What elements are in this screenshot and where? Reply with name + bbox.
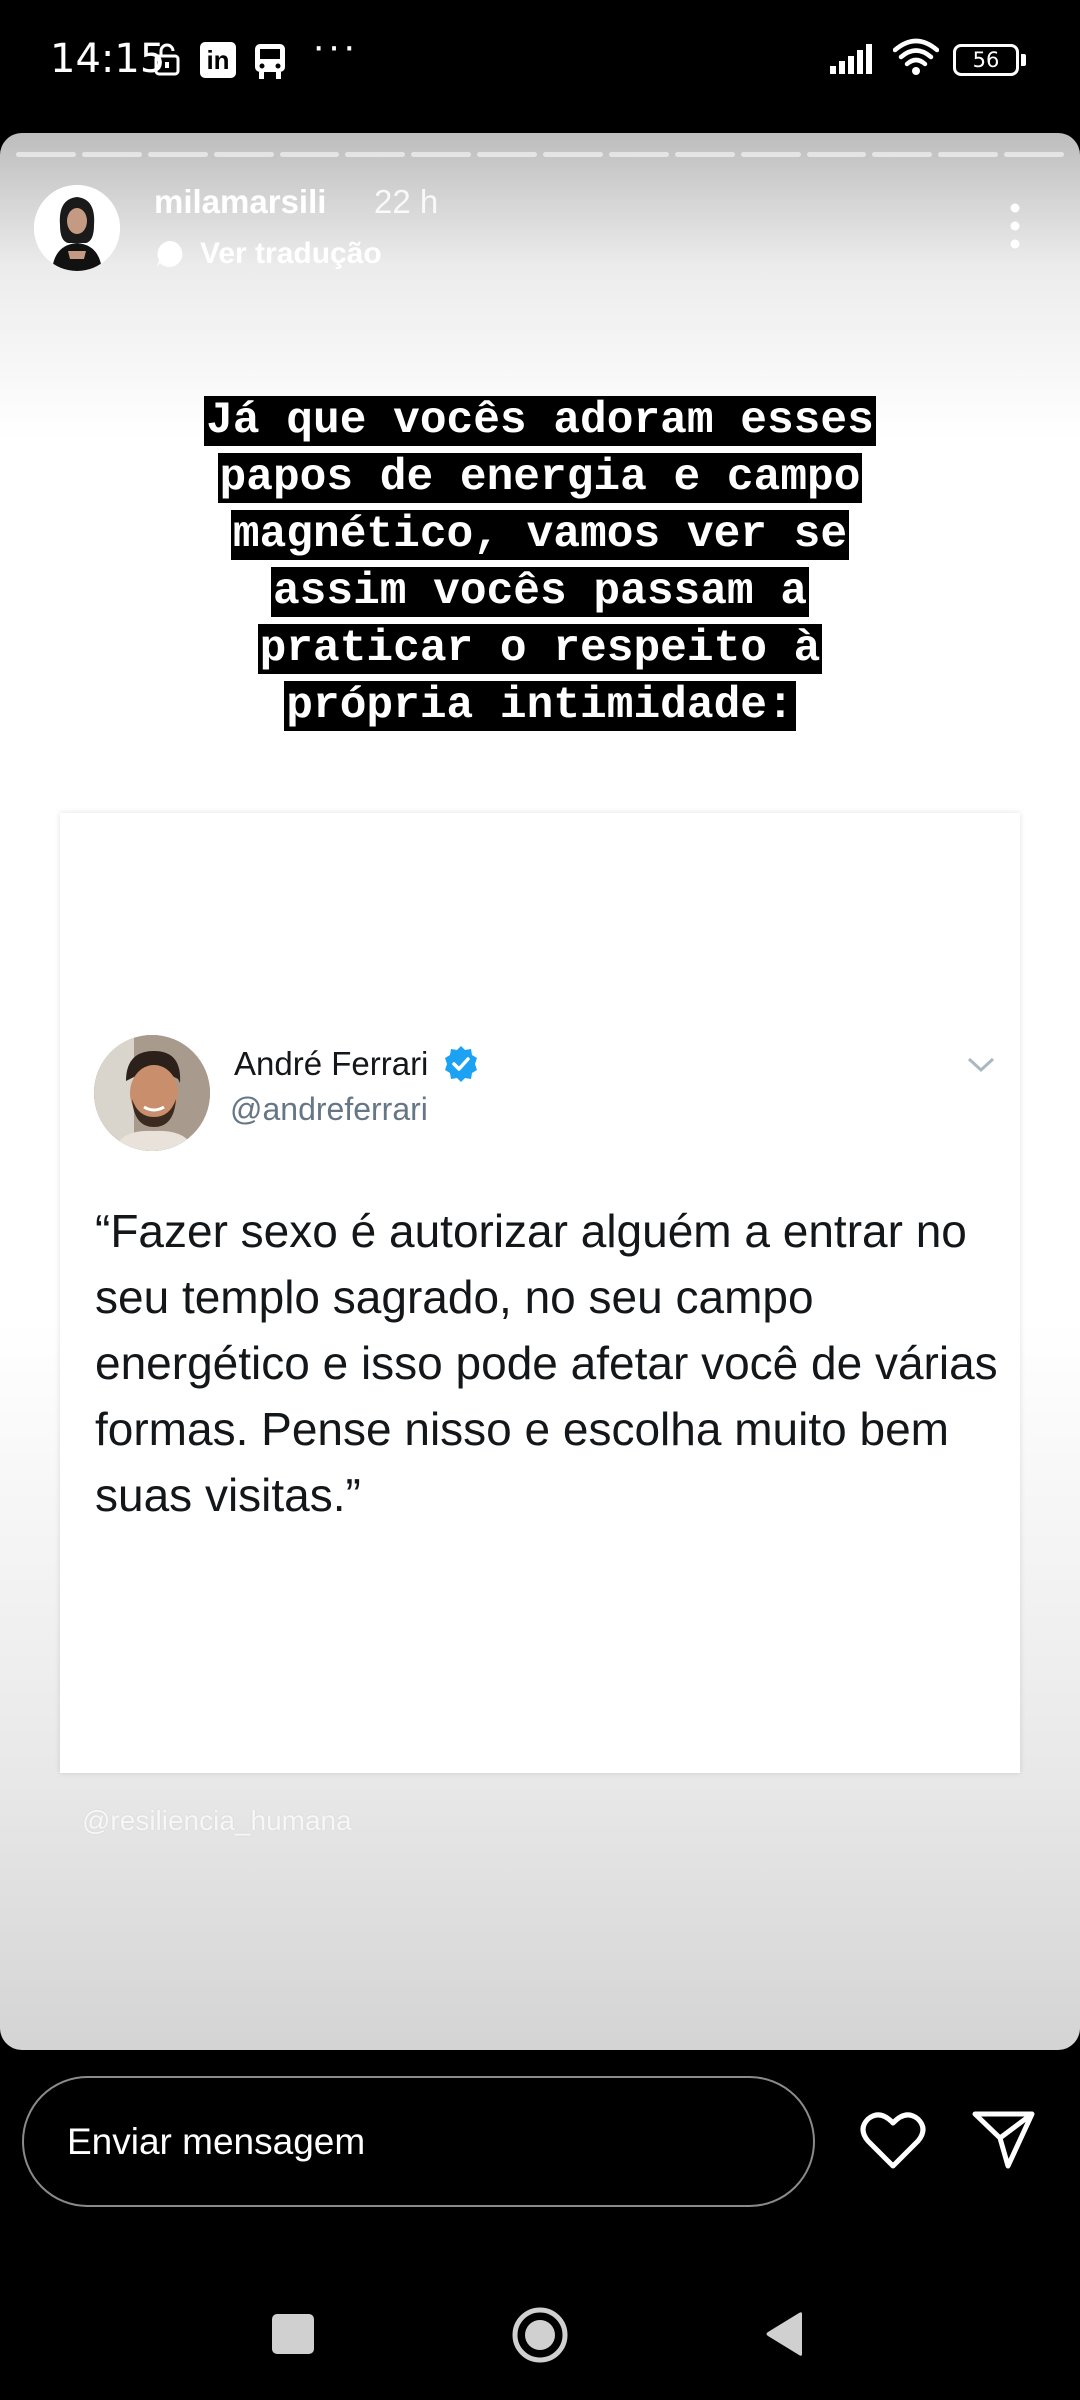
status-bar: 14:15 in ··· 56 [0,0,1080,125]
avatar-image [34,185,120,271]
story-progress-segment [81,152,142,157]
story-progress-segment [938,152,999,157]
nav-recents-icon[interactable] [272,2314,314,2354]
verified-icon [445,1046,478,1082]
tweet-avatar-image [94,1035,210,1151]
send-icon[interactable] [972,2110,1036,2170]
caption-line: assim vocês passam a [270,567,810,617]
tweet-name-row: André Ferrari [234,1045,480,1083]
story-progress-segment [279,152,340,157]
translate-icon [157,241,183,267]
chevron-down-icon [967,1057,995,1073]
lock-icon [154,43,180,76]
wifi-icon [893,38,939,75]
story-progress-segment [740,152,801,157]
bus-icon [255,44,285,79]
story-time-ago: 22 h [374,183,439,220]
battery-icon: 56 [953,44,1019,76]
caption-line: papos de energia e campo [217,453,863,503]
message-input[interactable]: Enviar mensagem [22,2076,815,2207]
story-progress-segment [1004,152,1064,157]
story-progress-segment [806,152,867,157]
story-progress-segment [147,152,208,157]
story-username[interactable]: milamarsili [154,183,326,221]
story-progress-segment [345,152,406,157]
tweet-avatar [94,1035,210,1151]
battery-tip [1021,54,1026,66]
story-progress-bar [16,152,1064,157]
story-progress-segment [411,152,472,157]
more-notifications-icon: ··· [312,24,358,68]
more-vertical-icon[interactable] [1000,201,1030,251]
caption-line: praticar o respeito à [257,624,823,674]
caption-line: magnético, vamos ver se [230,510,850,560]
tweet-author-name: André Ferrari [234,1045,429,1082]
tweet-handle: @andreferrari [230,1091,428,1127]
story-progress-segment [608,152,669,157]
caption-line: própria intimidade: [284,681,796,731]
story-caption: Já que vocês adoram esses papos de energi… [80,393,1000,735]
story-progress-segment [872,152,933,157]
signal-icon [830,44,872,74]
nav-back-icon[interactable] [762,2310,806,2358]
translate-label: Ver tradução [200,237,382,270]
story-progress-segment [477,152,537,157]
avatar[interactable] [34,185,120,271]
tweet-card: André Ferrari @andreferrari “Fazer sexo … [60,813,1020,1773]
linkedin-icon: in [200,42,236,78]
story-progress-segment [543,152,603,157]
story-progress-segment [213,152,274,157]
heart-icon[interactable] [860,2110,926,2172]
story-watermark: @resiliencia_humana [82,1805,352,1836]
translate-button[interactable]: Ver tradução [154,237,382,271]
nav-home-icon[interactable] [510,2305,570,2365]
story-progress-segment [16,152,76,157]
story-viewer[interactable]: milamarsili 22 h Ver tradução Já que voc… [0,133,1080,2050]
caption-line: Já que vocês adoram esses [204,396,876,446]
tweet-text: “Fazer sexo é autorizar alguém a entrar … [95,1205,998,1521]
status-time: 14:15 [50,36,166,82]
story-progress-segment [674,152,735,157]
